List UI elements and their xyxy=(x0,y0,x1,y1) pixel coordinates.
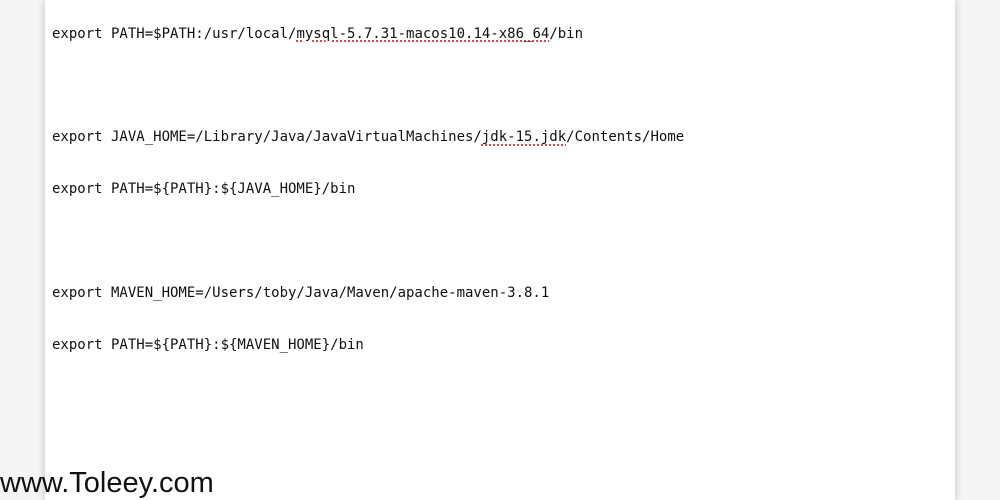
line-text-segment: /bin xyxy=(549,25,584,42)
editor-line-blank xyxy=(52,77,684,94)
line-text-segment: /Contents/Home xyxy=(566,129,685,146)
screen: export PATH=$PATH:/usr/local/mysql-5.7.3… xyxy=(0,0,1000,500)
editor-line: export JAVA_HOME=/Library/Java/JavaVirtu… xyxy=(52,129,684,146)
watermark-text: www.Toleey.com xyxy=(0,467,214,499)
editor-line-blank xyxy=(52,233,684,250)
text-editor-window: export PATH=$PATH:/usr/local/mysql-5.7.3… xyxy=(45,0,955,500)
line-text-segment: export PATH=$PATH:/usr/local/ xyxy=(52,25,297,42)
misspelled-word: mysql-5.7.31-macos10.14-x86_64 xyxy=(296,25,550,42)
editor-line: export MAVEN_HOME=/Users/toby/Java/Maven… xyxy=(52,285,550,302)
line-text-segment: export JAVA_HOME=/Library/Java/JavaVirtu… xyxy=(52,129,482,146)
misspelled-word: jdk-15.jdk xyxy=(481,129,567,146)
editor-line: export PATH=${PATH}:${JAVA_HOME}/bin xyxy=(52,181,356,198)
editor-text-area[interactable]: export PATH=$PATH:/usr/local/mysql-5.7.3… xyxy=(52,0,684,389)
editor-line: export PATH=${PATH}:${MAVEN_HOME}/bin xyxy=(52,336,364,353)
editor-line: export PATH=$PATH:/usr/local/mysql-5.7.3… xyxy=(52,26,684,43)
